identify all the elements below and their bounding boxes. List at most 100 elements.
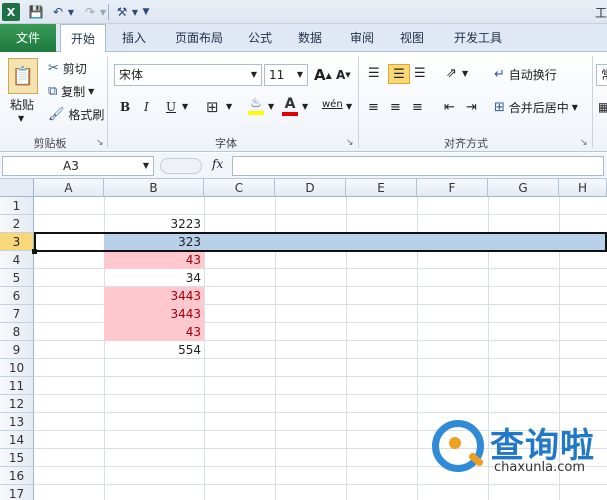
- row-header-10[interactable]: 10: [0, 359, 34, 377]
- bold-button[interactable]: B: [120, 100, 130, 114]
- insert-function-icon[interactable]: fx: [212, 157, 223, 171]
- italic-button[interactable]: I: [144, 100, 149, 114]
- redo-icon[interactable]: ↷: [82, 3, 98, 21]
- tab-formulas[interactable]: 公式: [238, 24, 282, 52]
- font-launcher-icon[interactable]: ↘: [346, 138, 354, 148]
- column-header-b[interactable]: B: [104, 179, 204, 197]
- cell-b9[interactable]: 554: [104, 341, 204, 359]
- fill-color-button[interactable]: ♨: [248, 96, 264, 118]
- cell-b4[interactable]: 43: [104, 251, 204, 269]
- column-header-e[interactable]: E: [346, 179, 417, 197]
- row-header-9[interactable]: 9: [0, 341, 34, 359]
- formula-input[interactable]: [232, 156, 604, 176]
- row-header-15[interactable]: 15: [0, 449, 34, 467]
- align-left-icon[interactable]: ≡: [368, 100, 379, 115]
- shrink-font-button[interactable]: A ▼: [336, 68, 351, 82]
- row-header-6[interactable]: 6: [0, 287, 34, 305]
- fill-handle[interactable]: [32, 249, 37, 254]
- tab-data[interactable]: 数据: [288, 24, 332, 52]
- underline-dropdown-icon[interactable]: ▼: [182, 102, 188, 111]
- name-box[interactable]: A3 ▼: [2, 156, 154, 176]
- align-center-icon[interactable]: ≡: [390, 100, 401, 115]
- tab-developer[interactable]: 开发工具: [442, 24, 514, 52]
- cell-b5[interactable]: 34: [104, 269, 204, 287]
- phonetic-button[interactable]: wén: [322, 99, 343, 110]
- row-header-1[interactable]: 1: [0, 197, 34, 215]
- font-color-button[interactable]: A: [282, 96, 298, 118]
- cut-button[interactable]: ✂ 剪切: [48, 60, 87, 77]
- tab-insert[interactable]: 插入: [112, 24, 156, 52]
- alignment-launcher-icon[interactable]: ↘: [580, 138, 588, 148]
- undo-icon[interactable]: ↶: [50, 3, 66, 21]
- select-all-corner[interactable]: [0, 179, 34, 197]
- cell-b6[interactable]: 3443: [104, 287, 204, 305]
- row-header-2[interactable]: 2: [0, 215, 34, 233]
- formula-bar-splitter[interactable]: [160, 158, 202, 174]
- customize-qat-icon[interactable]: ▼: [141, 3, 151, 21]
- cell-b1[interactable]: [104, 197, 204, 215]
- tab-view[interactable]: 视图: [390, 24, 434, 52]
- merge-center-button[interactable]: ⊞ 合并后居中 ▼: [494, 99, 578, 116]
- paste-icon[interactable]: 📋: [8, 58, 38, 94]
- row-header-8[interactable]: 8: [0, 323, 34, 341]
- borders-dropdown-icon[interactable]: ▼: [226, 102, 232, 111]
- currency-icon[interactable]: ▦: [598, 100, 607, 114]
- column-header-a[interactable]: A: [34, 179, 104, 197]
- row-header-5[interactable]: 5: [0, 269, 34, 287]
- number-format-select[interactable]: 常: [596, 64, 607, 86]
- tab-file[interactable]: 文件: [0, 24, 56, 52]
- font-color-dropdown-icon[interactable]: ▼: [302, 102, 308, 111]
- column-header-g[interactable]: G: [488, 179, 559, 197]
- orientation-dropdown-icon[interactable]: ▼: [462, 69, 468, 78]
- format-painter-button[interactable]: 🖌 格式刷: [48, 106, 104, 123]
- watermark-logo: 查询啦 chaxunla.com: [432, 418, 602, 478]
- align-right-icon[interactable]: ≡: [412, 100, 423, 115]
- row-header-14[interactable]: 14: [0, 431, 34, 449]
- clipboard-launcher-icon[interactable]: ↘: [96, 138, 104, 148]
- align-bottom-icon[interactable]: ☰: [414, 66, 426, 81]
- grow-font-button[interactable]: A ▲: [314, 66, 332, 84]
- undo-dropdown-icon[interactable]: ▼: [66, 3, 76, 21]
- column-header-f[interactable]: F: [417, 179, 488, 197]
- wrap-text-button[interactable]: ↵ 自动换行: [494, 66, 557, 83]
- row-header-12[interactable]: 12: [0, 395, 34, 413]
- increase-indent-icon[interactable]: ⇥: [466, 100, 477, 115]
- cell-b8[interactable]: 43: [104, 323, 204, 341]
- tab-review[interactable]: 审阅: [340, 24, 384, 52]
- column-header-h[interactable]: H: [559, 179, 607, 197]
- row-header-17[interactable]: 17: [0, 485, 34, 500]
- save-icon[interactable]: 💾: [28, 3, 44, 21]
- tab-page-layout[interactable]: 页面布局: [164, 24, 234, 52]
- font-size-value: 11: [269, 68, 285, 82]
- font-name-select[interactable]: 宋体 ▼: [114, 64, 262, 86]
- decrease-indent-icon[interactable]: ⇤: [444, 100, 455, 115]
- borders-icon[interactable]: ⊞: [206, 98, 219, 116]
- column-header-c[interactable]: C: [204, 179, 275, 197]
- row-header-4[interactable]: 4: [0, 251, 34, 269]
- copy-button[interactable]: ⧉ 复制 ▼: [48, 83, 94, 100]
- row-header-13[interactable]: 13: [0, 413, 34, 431]
- formula-bar: A3 ▼ fx: [0, 153, 607, 179]
- paste-dropdown-icon[interactable]: ▼: [18, 114, 24, 123]
- redo-dropdown-icon[interactable]: ▼: [98, 3, 108, 21]
- underline-button[interactable]: U: [166, 100, 176, 114]
- cell-b2[interactable]: 3223: [104, 215, 204, 233]
- fill-color-dropdown-icon[interactable]: ▼: [268, 102, 274, 111]
- cell-b7[interactable]: 3443: [104, 305, 204, 323]
- grid-line: [34, 394, 607, 395]
- phonetic-dropdown-icon[interactable]: ▼: [346, 102, 352, 111]
- brush-icon: 🖌: [48, 107, 65, 122]
- paste-button[interactable]: 粘贴: [10, 96, 34, 113]
- tools-dropdown-icon[interactable]: ▼: [131, 3, 139, 21]
- font-size-select[interactable]: 11 ▼: [264, 64, 308, 86]
- tools-icon[interactable]: ⚒: [113, 3, 131, 21]
- row-header-16[interactable]: 16: [0, 467, 34, 485]
- align-top-icon[interactable]: ☰: [368, 66, 380, 81]
- orientation-icon[interactable]: ⇗: [446, 66, 457, 81]
- column-header-d[interactable]: D: [275, 179, 346, 197]
- row-header-11[interactable]: 11: [0, 377, 34, 395]
- tab-home[interactable]: 开始: [60, 24, 106, 53]
- row-header-3[interactable]: 3: [0, 233, 34, 251]
- align-middle-icon[interactable]: ☰: [388, 64, 410, 84]
- row-header-7[interactable]: 7: [0, 305, 34, 323]
